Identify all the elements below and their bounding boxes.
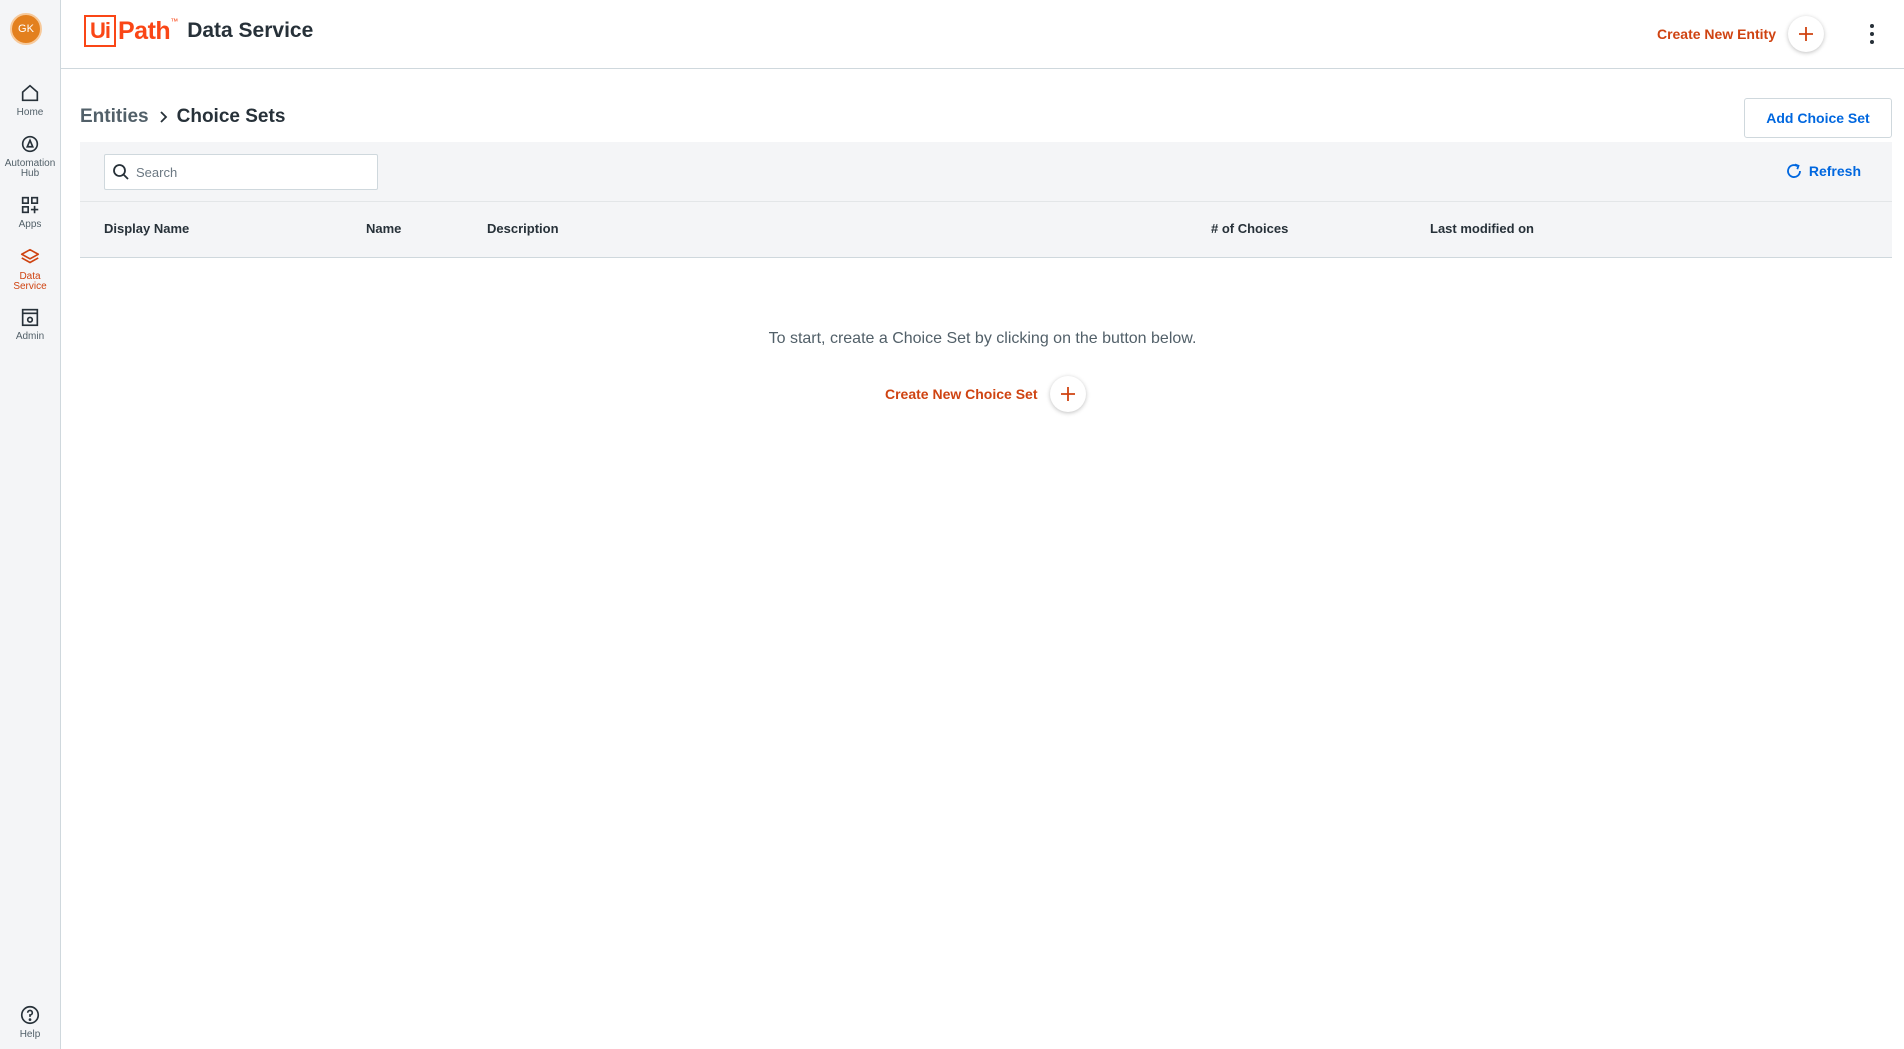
nav-item-data-service[interactable]: Data Service <box>0 240 61 294</box>
nav-item-home[interactable]: Home <box>0 82 60 118</box>
column-header-last-modified[interactable]: Last modified on <box>1430 221 1534 236</box>
column-header-description[interactable]: Description <box>487 221 559 236</box>
user-avatar[interactable]: GK <box>10 13 42 45</box>
column-header-name[interactable]: Name <box>366 221 401 236</box>
logo-path-text: Path <box>118 16 171 45</box>
apps-icon <box>21 196 39 214</box>
uipath-logo[interactable]: Ui Path ™ Data Service <box>84 15 313 47</box>
left-nav-rail: GK Home Automation Hub Apps Data Service… <box>0 0 61 1049</box>
plus-icon <box>1049 376 1086 412</box>
automation-hub-icon <box>21 135 39 153</box>
breadcrumb: Entities Choice Sets <box>80 106 285 128</box>
search-field[interactable] <box>104 154 378 190</box>
nav-item-label: Admin <box>15 331 45 342</box>
top-header: Ui Path ™ Data Service Create New Entity <box>61 0 1904 69</box>
search-icon <box>113 164 129 180</box>
help-icon <box>20 1005 40 1025</box>
nav-item-label: Data Service <box>13 271 47 292</box>
logo-ui-mark: Ui <box>84 15 116 47</box>
more-options-icon[interactable] <box>1866 22 1878 46</box>
logo-trademark: ™ <box>170 17 179 26</box>
nav-item-automation-hub[interactable]: Automation Hub <box>0 133 60 179</box>
user-initials: GK <box>18 23 34 35</box>
plus-icon <box>1788 16 1824 52</box>
column-header-display-name[interactable]: Display Name <box>104 221 189 236</box>
layers-icon <box>20 248 40 264</box>
refresh-button[interactable]: Refresh <box>1785 162 1861 180</box>
chevron-right-icon <box>159 110 169 124</box>
create-new-entity-label: Create New Entity <box>1656 26 1776 42</box>
search-input[interactable] <box>134 163 364 181</box>
nav-item-label: Apps <box>18 219 42 230</box>
empty-state-message: To start, create a Choice Set by clickin… <box>768 330 1197 347</box>
create-new-entity-button[interactable]: Create New Entity <box>1657 16 1824 52</box>
nav-item-label: Home <box>16 107 44 118</box>
nav-item-label: Automation Hub <box>4 158 56 179</box>
nav-item-admin[interactable]: Admin <box>0 306 60 342</box>
breadcrumb-entities-link[interactable]: Entities <box>80 106 149 128</box>
home-icon <box>21 84 39 102</box>
table-toolbar: Refresh <box>80 142 1892 202</box>
column-header-choices-count[interactable]: # of Choices <box>1211 221 1288 236</box>
nav-item-help[interactable]: Help <box>0 1004 60 1040</box>
nav-item-label: Help <box>19 1029 41 1040</box>
refresh-icon <box>1787 163 1801 178</box>
create-new-choice-set-button[interactable]: Create New Choice Set <box>885 376 1086 412</box>
admin-icon <box>21 308 39 327</box>
product-name: Data Service <box>187 19 314 42</box>
table-header: Display Name Name Description # of Choic… <box>80 202 1892 258</box>
refresh-label: Refresh <box>1808 163 1861 179</box>
nav-item-apps[interactable]: Apps <box>0 194 60 230</box>
create-new-choice-set-label: Create New Choice Set <box>885 386 1038 402</box>
page-title: Choice Sets <box>176 106 286 127</box>
add-choice-set-button[interactable]: Add Choice Set <box>1744 98 1892 138</box>
